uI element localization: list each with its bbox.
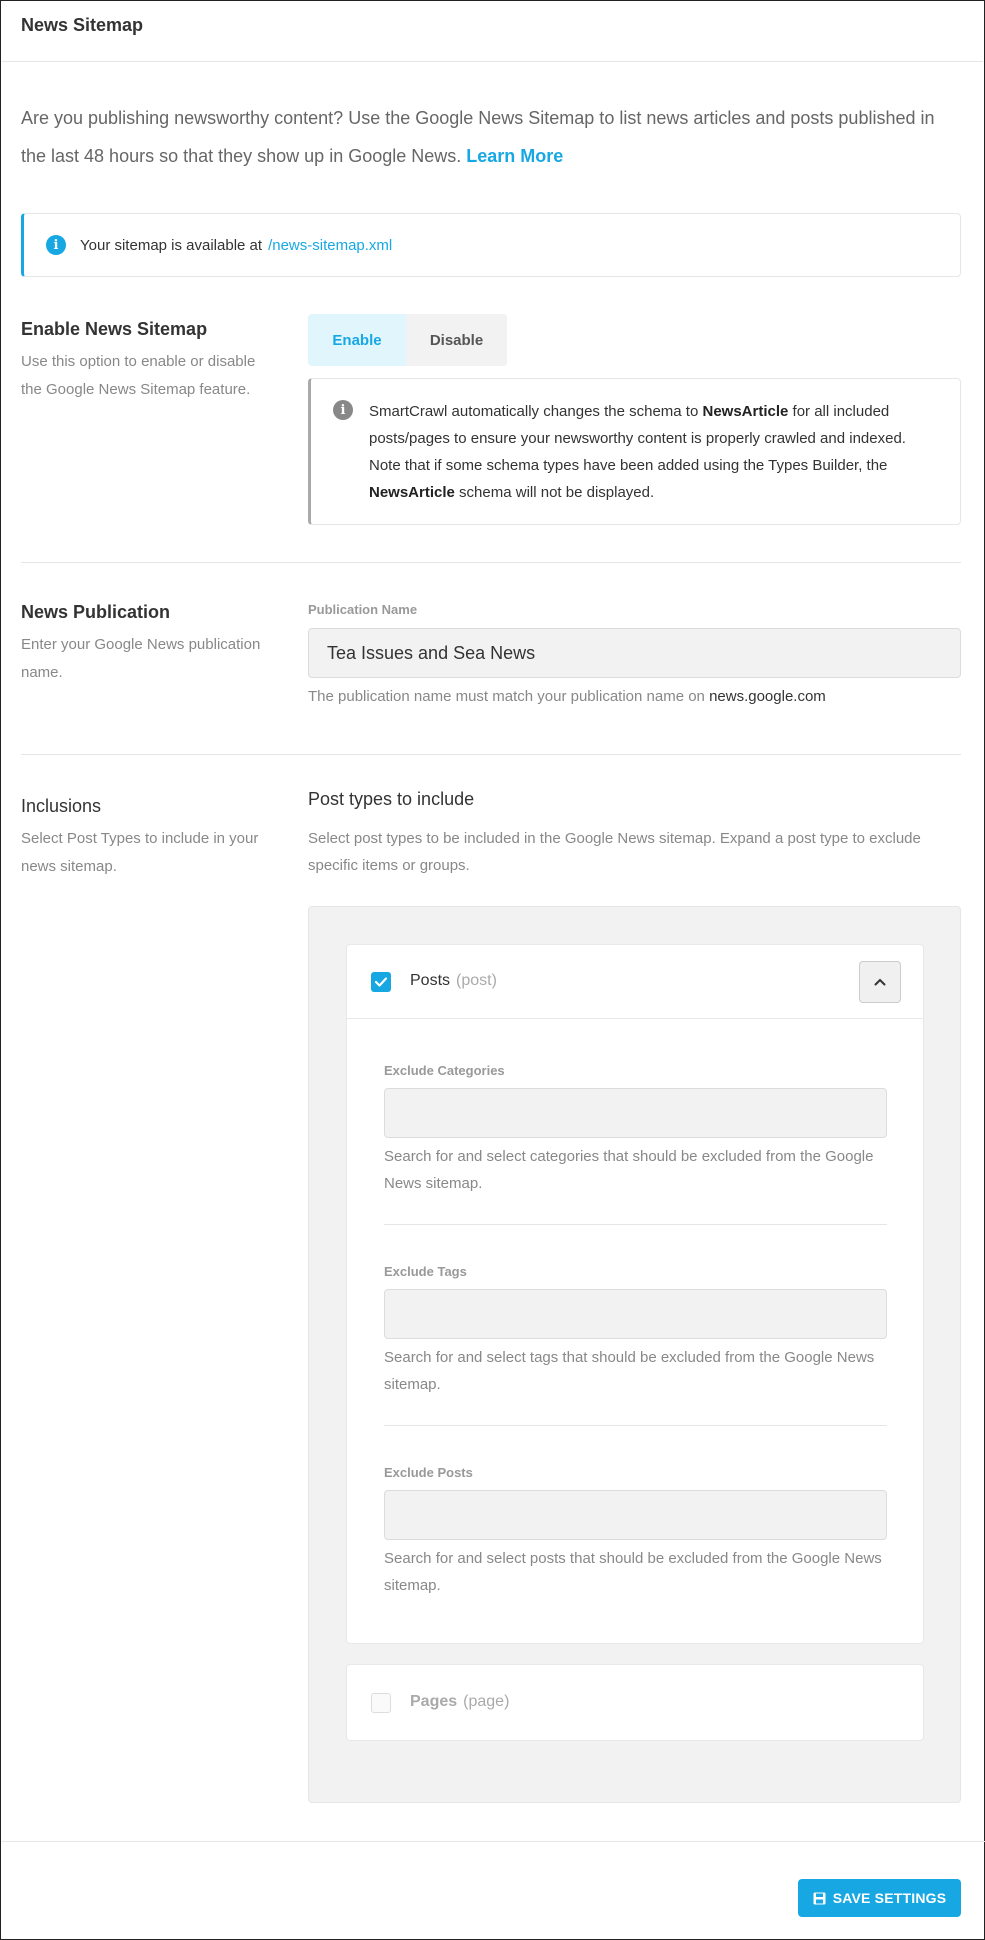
exclusion-divider	[384, 1224, 887, 1225]
check-icon	[375, 977, 387, 987]
publication-section-description: Enter your Google News publication name.	[21, 636, 261, 681]
exclude-tags-input[interactable]	[384, 1289, 887, 1339]
news-domain-text: news.google.com	[709, 688, 826, 705]
enable-section-title: Enable News Sitemap	[21, 319, 208, 339]
publication-section-label: News Publication Enter your Google News …	[21, 602, 271, 687]
chevron-up-icon	[874, 978, 886, 986]
exclude-posts-input[interactable]	[384, 1490, 887, 1540]
collapse-button[interactable]	[859, 961, 901, 1003]
notice-text: Your sitemap is available at	[80, 236, 263, 254]
enable-section-description: Use this option to enable or disable the…	[21, 353, 256, 398]
exclusion-divider	[384, 1425, 887, 1426]
enable-section-label: Enable News Sitemap Use this option to e…	[21, 319, 271, 404]
publication-name-help: The publication name must match your pub…	[308, 688, 826, 705]
intro-text: Are you publishing newsworthy content? U…	[21, 99, 961, 175]
pages-type-label: Pages (page)	[410, 1693, 510, 1710]
pages-checkbox[interactable]	[371, 1693, 391, 1713]
exclude-categories-label: Exclude Categories	[384, 1063, 505, 1078]
schema-notice: i SmartCrawl automatically changes the s…	[308, 378, 961, 525]
inclusions-section-description: Select Post Types to include in your new…	[21, 830, 259, 875]
posts-checkbox[interactable]	[371, 972, 391, 992]
schema-notice-text: SmartCrawl automatically changes the sch…	[369, 403, 906, 501]
inclusions-section-label: Inclusions Select Post Types to include …	[21, 796, 271, 881]
enable-button[interactable]: Enable	[308, 314, 406, 366]
enable-disable-toggle: Enable Disable	[308, 314, 507, 366]
publication-section-title: News Publication	[21, 602, 171, 622]
exclude-tags-label: Exclude Tags	[384, 1264, 467, 1279]
info-icon: i	[46, 235, 66, 255]
posts-type-label: Posts (post)	[410, 972, 497, 989]
post-type-card-pages: Pages (page)	[346, 1664, 924, 1741]
footer-divider	[2, 1841, 985, 1842]
news-sitemap-panel: News Sitemap Are you publishing newswort…	[0, 0, 985, 1940]
post-type-card-header: Posts (post)	[347, 945, 923, 1019]
publication-name-input[interactable]: Tea Issues and Sea News	[308, 628, 961, 678]
info-icon: i	[333, 400, 353, 420]
inclusions-section-title: Inclusions	[21, 796, 102, 816]
exclude-categories-help: Search for and select categories that sh…	[384, 1148, 874, 1192]
exclude-tags-help: Search for and select tags that should b…	[384, 1349, 875, 1393]
post-type-card-posts: Posts (post) Exclude Categories Search fo…	[346, 944, 924, 1644]
exclude-posts-label: Exclude Posts	[384, 1465, 473, 1480]
publication-name-label: Publication Name	[308, 602, 418, 617]
panel-header: News Sitemap	[2, 2, 983, 62]
section-divider	[21, 562, 961, 563]
sitemap-url-link[interactable]: /news-sitemap.xml	[268, 237, 392, 254]
post-types-title: Post types to include	[308, 789, 475, 809]
section-divider	[21, 754, 961, 755]
post-types-container: Posts (post) Exclude Categories Search fo…	[308, 906, 961, 1803]
panel-title: News Sitemap	[21, 15, 144, 35]
post-types-help: Select post types to be included in the …	[308, 830, 921, 874]
sitemap-url-notice: i Your sitemap is available at /news-sit…	[21, 213, 961, 277]
exclude-categories-input[interactable]	[384, 1088, 887, 1138]
disable-button[interactable]: Disable	[406, 314, 507, 366]
learn-more-link[interactable]: Learn More	[466, 146, 563, 166]
exclude-posts-help: Search for and select posts that should …	[384, 1550, 882, 1594]
save-icon	[813, 1892, 826, 1904]
save-settings-button[interactable]: SAVE SETTINGS	[798, 1879, 961, 1917]
